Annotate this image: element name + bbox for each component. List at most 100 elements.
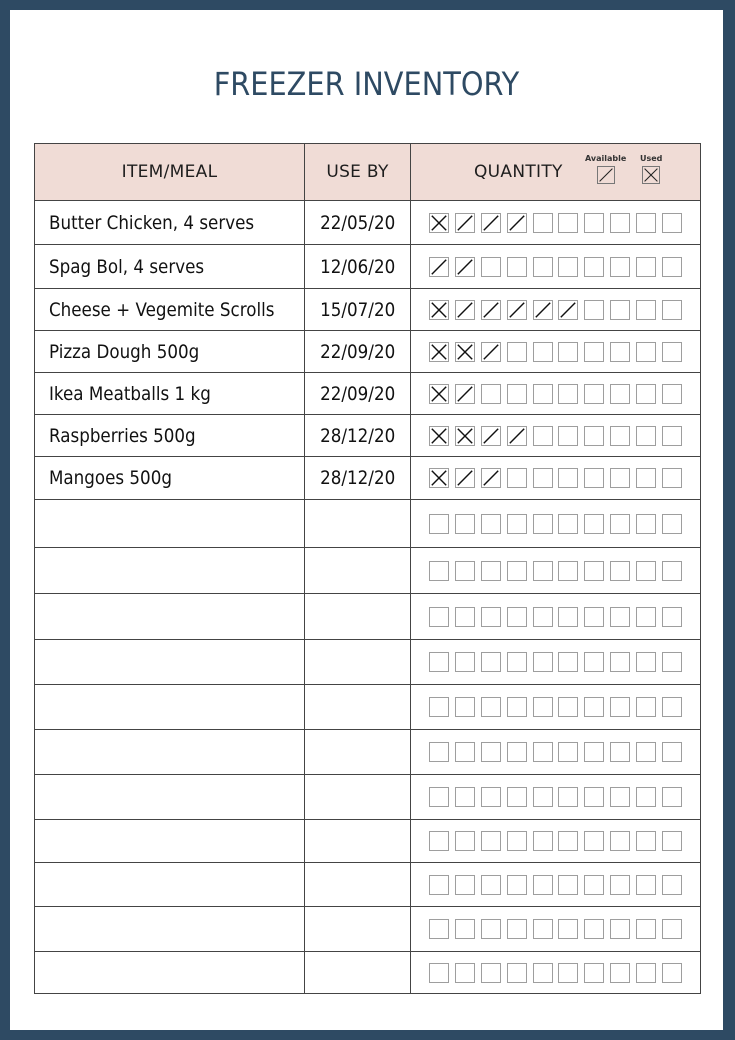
use-by-cell[interactable] bbox=[304, 863, 410, 906]
empty-box-checkbox[interactable] bbox=[609, 425, 630, 446]
empty-box-checkbox[interactable] bbox=[481, 787, 501, 807]
empty-box-checkbox[interactable] bbox=[661, 341, 682, 362]
item-cell[interactable]: Spag Bol, 4 serves bbox=[35, 245, 304, 288]
empty-box-checkbox[interactable] bbox=[661, 383, 682, 404]
use-by-cell[interactable]: 22/05/20 bbox=[304, 201, 410, 244]
empty-box-checkbox[interactable] bbox=[635, 425, 656, 446]
available-box-checkbox[interactable] bbox=[481, 212, 501, 233]
empty-box-checkbox[interactable] bbox=[584, 212, 605, 233]
empty-box-checkbox[interactable] bbox=[635, 468, 656, 488]
use-by-cell[interactable]: 15/07/20 bbox=[304, 289, 410, 330]
empty-box-checkbox[interactable] bbox=[455, 697, 476, 717]
empty-box-checkbox[interactable] bbox=[455, 560, 476, 581]
used-box-checkbox[interactable] bbox=[429, 383, 450, 404]
empty-box-checkbox[interactable] bbox=[506, 697, 527, 717]
use-by-cell[interactable]: 22/09/20 bbox=[304, 373, 410, 414]
empty-box-checkbox[interactable] bbox=[532, 919, 553, 939]
empty-box-checkbox[interactable] bbox=[609, 341, 630, 362]
empty-box-checkbox[interactable] bbox=[532, 606, 553, 627]
empty-box-checkbox[interactable] bbox=[635, 652, 656, 672]
item-cell[interactable]: Mangoes 500g bbox=[35, 457, 304, 499]
item-cell[interactable] bbox=[35, 548, 304, 593]
empty-box-checkbox[interactable] bbox=[481, 606, 501, 627]
empty-box-checkbox[interactable] bbox=[661, 212, 682, 233]
empty-box-checkbox[interactable] bbox=[532, 787, 553, 807]
empty-box-checkbox[interactable] bbox=[635, 341, 656, 362]
empty-box-checkbox[interactable] bbox=[429, 919, 450, 939]
empty-box-checkbox[interactable] bbox=[609, 919, 630, 939]
empty-box-checkbox[interactable] bbox=[429, 652, 450, 672]
used-box-checkbox[interactable] bbox=[455, 341, 476, 362]
available-box-checkbox[interactable] bbox=[429, 256, 450, 277]
empty-box-checkbox[interactable] bbox=[429, 606, 450, 627]
empty-box-checkbox[interactable] bbox=[532, 831, 553, 851]
empty-box-checkbox[interactable] bbox=[532, 962, 553, 983]
empty-box-checkbox[interactable] bbox=[661, 874, 682, 895]
empty-box-checkbox[interactable] bbox=[506, 742, 527, 762]
used-box-checkbox[interactable] bbox=[429, 299, 450, 320]
empty-box-checkbox[interactable] bbox=[429, 787, 450, 807]
empty-box-checkbox[interactable] bbox=[584, 606, 605, 627]
available-box-checkbox[interactable] bbox=[532, 299, 553, 320]
empty-box-checkbox[interactable] bbox=[481, 742, 501, 762]
use-by-cell[interactable] bbox=[304, 952, 410, 993]
empty-box-checkbox[interactable] bbox=[661, 560, 682, 581]
empty-box-checkbox[interactable] bbox=[532, 697, 553, 717]
item-cell[interactable] bbox=[35, 730, 304, 774]
item-cell[interactable] bbox=[35, 775, 304, 819]
empty-box-checkbox[interactable] bbox=[558, 256, 579, 277]
use-by-cell[interactable]: 28/12/20 bbox=[304, 457, 410, 499]
empty-box-checkbox[interactable] bbox=[481, 256, 501, 277]
item-cell[interactable] bbox=[35, 863, 304, 906]
empty-box-checkbox[interactable] bbox=[506, 919, 527, 939]
use-by-cell[interactable] bbox=[304, 685, 410, 729]
empty-box-checkbox[interactable] bbox=[558, 874, 579, 895]
empty-box-checkbox[interactable] bbox=[609, 742, 630, 762]
empty-box-checkbox[interactable] bbox=[558, 212, 579, 233]
empty-box-checkbox[interactable] bbox=[635, 513, 656, 534]
empty-box-checkbox[interactable] bbox=[584, 468, 605, 488]
empty-box-checkbox[interactable] bbox=[506, 874, 527, 895]
empty-box-checkbox[interactable] bbox=[661, 697, 682, 717]
empty-box-checkbox[interactable] bbox=[558, 341, 579, 362]
empty-box-checkbox[interactable] bbox=[506, 652, 527, 672]
available-box-checkbox[interactable] bbox=[455, 468, 476, 488]
empty-box-checkbox[interactable] bbox=[584, 874, 605, 895]
used-box-checkbox[interactable] bbox=[429, 341, 450, 362]
empty-box-checkbox[interactable] bbox=[481, 831, 501, 851]
item-cell[interactable]: Raspberries 500g bbox=[35, 415, 304, 456]
empty-box-checkbox[interactable] bbox=[481, 962, 501, 983]
empty-box-checkbox[interactable] bbox=[532, 468, 553, 488]
empty-box-checkbox[interactable] bbox=[481, 513, 501, 534]
empty-box-checkbox[interactable] bbox=[635, 831, 656, 851]
available-box-checkbox[interactable] bbox=[481, 299, 501, 320]
empty-box-checkbox[interactable] bbox=[635, 697, 656, 717]
empty-box-checkbox[interactable] bbox=[455, 962, 476, 983]
available-box-checkbox[interactable] bbox=[481, 468, 501, 488]
use-by-cell[interactable] bbox=[304, 548, 410, 593]
use-by-cell[interactable] bbox=[304, 907, 410, 951]
empty-box-checkbox[interactable] bbox=[584, 697, 605, 717]
empty-box-checkbox[interactable] bbox=[558, 919, 579, 939]
empty-box-checkbox[interactable] bbox=[635, 919, 656, 939]
empty-box-checkbox[interactable] bbox=[429, 513, 450, 534]
available-box-checkbox[interactable] bbox=[455, 256, 476, 277]
empty-box-checkbox[interactable] bbox=[635, 874, 656, 895]
item-cell[interactable] bbox=[35, 685, 304, 729]
empty-box-checkbox[interactable] bbox=[429, 742, 450, 762]
empty-box-checkbox[interactable] bbox=[584, 256, 605, 277]
empty-box-checkbox[interactable] bbox=[429, 697, 450, 717]
empty-box-checkbox[interactable] bbox=[609, 874, 630, 895]
available-box-checkbox[interactable] bbox=[558, 299, 579, 320]
empty-box-checkbox[interactable] bbox=[558, 697, 579, 717]
use-by-cell[interactable] bbox=[304, 775, 410, 819]
item-cell[interactable] bbox=[35, 907, 304, 951]
empty-box-checkbox[interactable] bbox=[635, 256, 656, 277]
empty-box-checkbox[interactable] bbox=[429, 962, 450, 983]
use-by-cell[interactable] bbox=[304, 500, 410, 547]
empty-box-checkbox[interactable] bbox=[481, 874, 501, 895]
empty-box-checkbox[interactable] bbox=[455, 606, 476, 627]
empty-box-checkbox[interactable] bbox=[635, 383, 656, 404]
empty-box-checkbox[interactable] bbox=[558, 425, 579, 446]
empty-box-checkbox[interactable] bbox=[532, 560, 553, 581]
